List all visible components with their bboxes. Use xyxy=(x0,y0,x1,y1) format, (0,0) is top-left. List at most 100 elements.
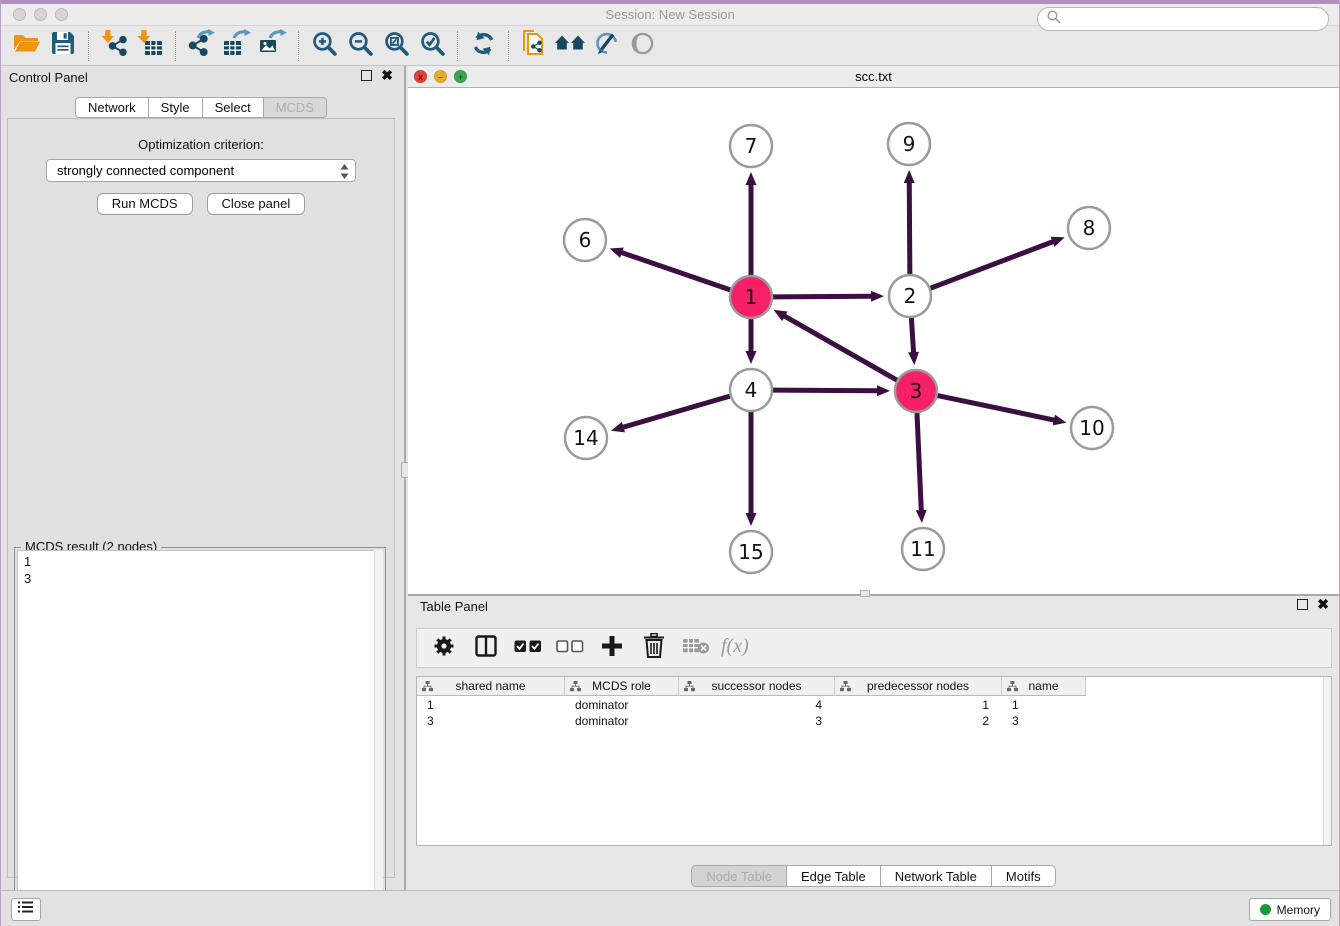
split-columns-button[interactable] xyxy=(471,633,501,663)
add-row-button[interactable] xyxy=(597,633,627,663)
control-panel-title: Control Panel xyxy=(9,70,88,85)
search-input[interactable] xyxy=(1037,7,1329,31)
graph-edge-1-6[interactable] xyxy=(620,252,730,290)
table-panel: Table Panel ✖ f(x) shared nameMCDS roles… xyxy=(408,594,1339,890)
graph-arrowhead-3-11 xyxy=(916,510,927,523)
run-mcds-button[interactable]: Run MCDS xyxy=(97,193,193,215)
table-panel-title: Table Panel xyxy=(420,599,488,614)
tab-style[interactable]: Style xyxy=(148,97,203,118)
graph-node-11[interactable]: 11 xyxy=(902,528,944,570)
graph-edge-2-9[interactable] xyxy=(909,181,910,274)
export-image-button[interactable] xyxy=(255,29,291,63)
memory-button[interactable]: Memory xyxy=(1249,898,1331,921)
graph-node-2[interactable]: 2 xyxy=(889,275,931,317)
graph-node-4[interactable]: 4 xyxy=(730,369,772,411)
graph-edge-1-2[interactable] xyxy=(773,296,873,297)
network-graph[interactable]: 7 9 6 8 1 2 4 3 14 10 15 11 xyxy=(408,88,1340,594)
add-row-icon xyxy=(600,634,624,663)
graph-edge-2-3[interactable] xyxy=(911,318,913,354)
export-table-button[interactable] xyxy=(219,29,255,63)
home-layout-button[interactable] xyxy=(552,29,588,63)
svg-text:3: 3 xyxy=(910,379,923,403)
export-table-icon xyxy=(223,29,252,62)
mcds-result-list[interactable]: 1 3 xyxy=(17,550,383,922)
svg-text:f(x): f(x) xyxy=(721,635,749,657)
tab-node-table[interactable]: Node Table xyxy=(691,865,787,887)
select-all-button[interactable] xyxy=(513,633,543,663)
table-vertical-scrollbar[interactable] xyxy=(1323,677,1331,845)
column-header-name[interactable]: name xyxy=(1002,677,1086,696)
optimization-criterion-select[interactable]: strongly connected component xyxy=(46,159,356,182)
cell-successor-nodes[interactable]: 3 xyxy=(679,713,835,729)
deselect-all-button[interactable] xyxy=(555,633,585,663)
float-panel-icon[interactable] xyxy=(361,70,372,81)
graph-node-10[interactable]: 10 xyxy=(1071,407,1113,449)
delete-rows-button[interactable] xyxy=(639,633,669,663)
clone-network-button[interactable] xyxy=(516,29,552,63)
graph-edge-3-1[interactable] xyxy=(783,315,897,380)
graph-edge-4-14[interactable] xyxy=(622,396,730,428)
svg-text:14: 14 xyxy=(573,426,598,450)
table-row[interactable]: 1dominator411 xyxy=(417,697,1086,713)
cell-name[interactable]: 3 xyxy=(1002,713,1086,729)
visibility-button[interactable] xyxy=(624,29,660,63)
cell-successor-nodes[interactable]: 4 xyxy=(679,697,835,713)
export-network-button[interactable] xyxy=(183,29,219,63)
tab-network-table[interactable]: Network Table xyxy=(880,865,992,887)
refresh-button[interactable] xyxy=(465,29,501,63)
network-canvas[interactable]: 7 9 6 8 1 2 4 3 14 10 15 11 xyxy=(408,88,1339,594)
import-table-button[interactable] xyxy=(132,29,168,63)
import-network-button[interactable] xyxy=(96,29,132,63)
tab-motifs[interactable]: Motifs xyxy=(991,865,1056,887)
cell-shared-name[interactable]: 3 xyxy=(417,713,565,729)
graph-arrowhead-4-14 xyxy=(611,422,625,433)
table-close-icon[interactable]: ✖ xyxy=(1317,599,1329,610)
zoom-out-button[interactable] xyxy=(342,29,378,63)
table-float-icon[interactable] xyxy=(1297,599,1308,610)
graph-node-15[interactable]: 15 xyxy=(730,531,772,573)
tab-network[interactable]: Network xyxy=(75,97,149,118)
open-folder-button[interactable] xyxy=(9,29,45,63)
cell-name[interactable]: 1 xyxy=(1002,697,1086,713)
close-panel-icon[interactable]: ✖ xyxy=(381,70,393,81)
graph-node-3[interactable]: 3 xyxy=(895,370,937,412)
network-window-titlebar[interactable]: x – + scc.txt xyxy=(408,66,1339,88)
tab-mcds[interactable]: MCDS xyxy=(263,97,327,118)
cell-MCDS-role[interactable]: dominator xyxy=(565,697,679,713)
column-header-shared-name[interactable]: shared name xyxy=(417,677,565,696)
graph-edge-4-3[interactable] xyxy=(773,390,879,391)
cell-predecessor-nodes[interactable]: 1 xyxy=(835,697,1002,713)
result-scrollbar[interactable] xyxy=(374,550,383,922)
close-panel-button[interactable]: Close panel xyxy=(207,193,306,215)
graph-node-7[interactable]: 7 xyxy=(730,125,772,167)
settings-gear-button[interactable] xyxy=(429,633,459,663)
graph-node-8[interactable]: 8 xyxy=(1068,207,1110,249)
style-toggle-button[interactable] xyxy=(588,29,624,63)
function-builder-button[interactable]: f(x) xyxy=(723,633,753,663)
column-header-successor-nodes[interactable]: successor nodes xyxy=(679,677,835,696)
task-history-button[interactable] xyxy=(11,898,41,921)
graph-edge-3-11[interactable] xyxy=(917,413,921,512)
graph-node-6[interactable]: 6 xyxy=(564,219,606,261)
graph-node-14[interactable]: 14 xyxy=(565,417,607,459)
network-title: scc.txt xyxy=(408,69,1339,84)
cell-shared-name[interactable]: 1 xyxy=(417,697,565,713)
zoom-selected-button[interactable] xyxy=(414,29,450,63)
save-button[interactable] xyxy=(45,29,81,63)
graph-node-9[interactable]: 9 xyxy=(888,123,930,165)
cell-MCDS-role[interactable]: dominator xyxy=(565,713,679,729)
vertical-splitter[interactable] xyxy=(404,66,406,890)
tab-edge-table[interactable]: Edge Table xyxy=(786,865,881,887)
column-header-predecessor-nodes[interactable]: predecessor nodes xyxy=(835,677,1002,696)
graph-node-1[interactable]: 1 xyxy=(730,276,772,318)
table-row[interactable]: 3dominator323 xyxy=(417,713,1086,729)
horizontal-splitter-handle[interactable] xyxy=(860,590,870,597)
zoom-in-button[interactable] xyxy=(306,29,342,63)
zoom-fit-button[interactable] xyxy=(378,29,414,63)
graph-edge-2-8[interactable] xyxy=(931,241,1055,288)
column-header-MCDS-role[interactable]: MCDS role xyxy=(565,677,679,696)
graph-edge-3-10[interactable] xyxy=(938,396,1056,421)
delete-table-button[interactable] xyxy=(681,633,711,663)
cell-predecessor-nodes[interactable]: 2 xyxy=(835,713,1002,729)
tab-select[interactable]: Select xyxy=(202,97,264,118)
